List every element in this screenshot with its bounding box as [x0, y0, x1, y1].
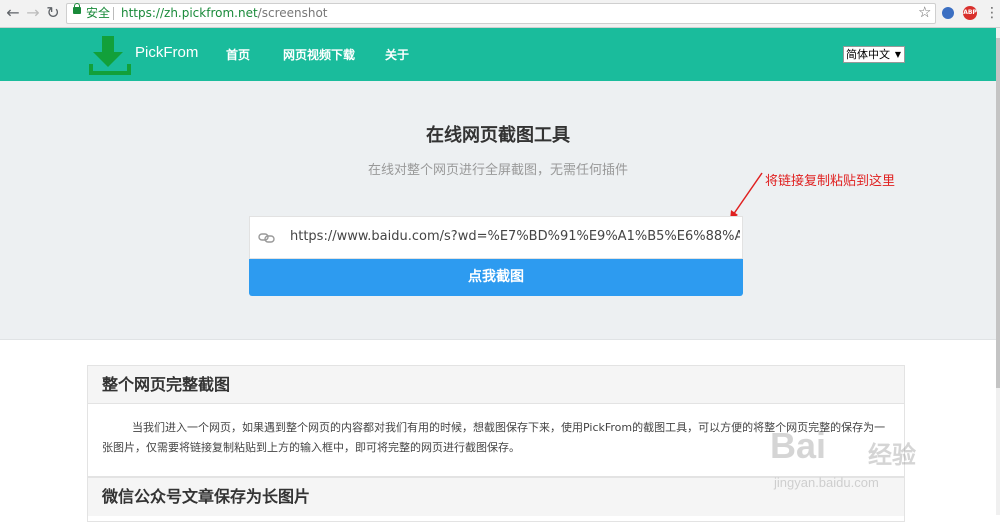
secure-label: 安全 — [86, 6, 111, 20]
extension-icon[interactable] — [942, 7, 954, 19]
chevron-down-icon: ▼ — [894, 50, 901, 59]
reload-icon[interactable]: ↻ — [44, 4, 62, 22]
url-input-value: https://www.baidu.com/s?wd=%E7%BD%91%E9%… — [290, 229, 740, 244]
address-bar[interactable]: 安全 https://zh.pickfrom.net/screenshot — [66, 3, 936, 24]
menu-icon[interactable]: ⋮ — [985, 4, 999, 22]
language-select[interactable]: 简体中文 ▼ — [843, 46, 905, 63]
url-input[interactable]: https://www.baidu.com/s?wd=%E7%BD%91%E9%… — [249, 216, 743, 259]
adblock-icon[interactable]: ABP — [963, 6, 977, 20]
divider — [113, 7, 114, 20]
nav-about[interactable]: 关于 — [385, 46, 409, 63]
page-title: 在线网页截图工具 — [426, 125, 570, 146]
annotation-text: 将链接复制粘贴到这里 — [765, 174, 896, 189]
back-icon[interactable]: ← — [4, 4, 22, 22]
bookmark-star-icon[interactable]: ☆ — [918, 3, 931, 21]
nav-video-download[interactable]: 网页视频下载 — [283, 46, 355, 63]
forward-icon[interactable]: → — [24, 4, 42, 22]
site-header: PickFrom 首页 网页视频下载 关于 简体中文 ▼ — [0, 28, 996, 81]
link-icon — [258, 233, 275, 243]
lock-icon — [73, 3, 81, 14]
browser-toolbar: ← → ↻ 安全 https://zh.pickfrom.net/screens… — [0, 0, 1000, 28]
hero-section: 在线网页截图工具 在线对整个网页进行全屏截图，无需任何插件 将链接复制粘贴到这里… — [0, 81, 996, 340]
url-text: https://zh.pickfrom.net/screenshot — [121, 6, 328, 20]
baidu-jingyan-watermark: Bai 经验 jingyan.baidu.com — [770, 425, 916, 490]
brand-name[interactable]: PickFrom — [135, 44, 198, 61]
language-value: 简体中文 — [846, 48, 890, 61]
nav-home[interactable]: 首页 — [226, 46, 250, 63]
scroll-thumb[interactable] — [996, 38, 1000, 388]
download-logo-icon[interactable] — [85, 34, 133, 76]
page-scrollbar[interactable] — [996, 28, 1000, 515]
screenshot-button[interactable]: 点我截图 — [249, 259, 743, 296]
